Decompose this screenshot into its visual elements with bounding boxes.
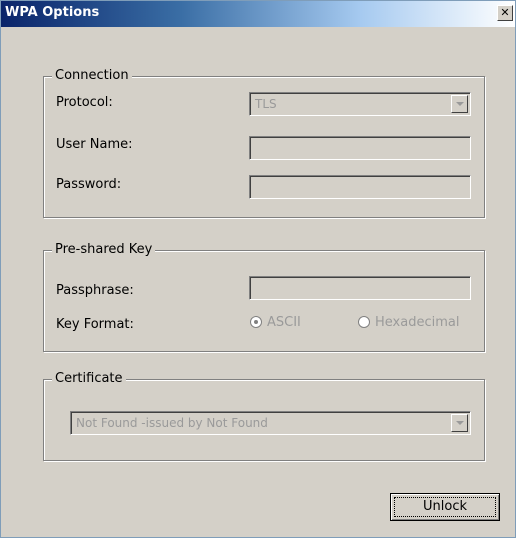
protocol-value: TLS <box>255 97 277 111</box>
ascii-radio[interactable] <box>250 316 262 328</box>
certificate-value: Not Found -issued by Not Found <box>76 416 268 430</box>
close-icon: ✕ <box>500 6 510 19</box>
wpa-options-dialog: WPA Options ✕ Connection Protocol: TLS U… <box>0 0 516 538</box>
certificate-dropdown-button[interactable] <box>451 414 468 432</box>
certificate-legend: Certificate <box>52 371 126 386</box>
protocol-dropdown[interactable]: TLS <box>249 92 471 116</box>
hexadecimal-radio[interactable] <box>358 316 370 328</box>
chevron-down-icon <box>456 421 464 425</box>
passphrase-label: Passphrase: <box>56 283 134 298</box>
chevron-down-icon <box>456 102 464 106</box>
window-title: WPA Options <box>5 5 100 20</box>
psk-group: Pre-shared Key <box>43 242 485 352</box>
protocol-dropdown-button[interactable] <box>451 95 468 113</box>
unlock-button-label: Unlock <box>423 499 467 514</box>
unlock-button[interactable]: Unlock <box>390 493 500 521</box>
username-field[interactable] <box>249 136 471 160</box>
password-label: Password: <box>56 177 122 192</box>
password-field[interactable] <box>249 175 471 199</box>
ascii-radio-label[interactable]: ASCII <box>267 315 301 330</box>
radio-selected-dot <box>254 320 258 324</box>
hexadecimal-radio-label[interactable]: Hexadecimal <box>375 315 459 330</box>
connection-legend: Connection <box>52 68 132 83</box>
key-format-label: Key Format: <box>56 317 134 332</box>
username-label: User Name: <box>56 137 133 152</box>
title-bar[interactable]: WPA Options ✕ <box>1 1 515 27</box>
close-button[interactable]: ✕ <box>497 5 513 21</box>
certificate-dropdown[interactable]: Not Found -issued by Not Found <box>70 411 471 435</box>
psk-legend: Pre-shared Key <box>52 242 156 257</box>
protocol-label: Protocol: <box>56 95 113 110</box>
passphrase-field[interactable] <box>249 276 471 300</box>
